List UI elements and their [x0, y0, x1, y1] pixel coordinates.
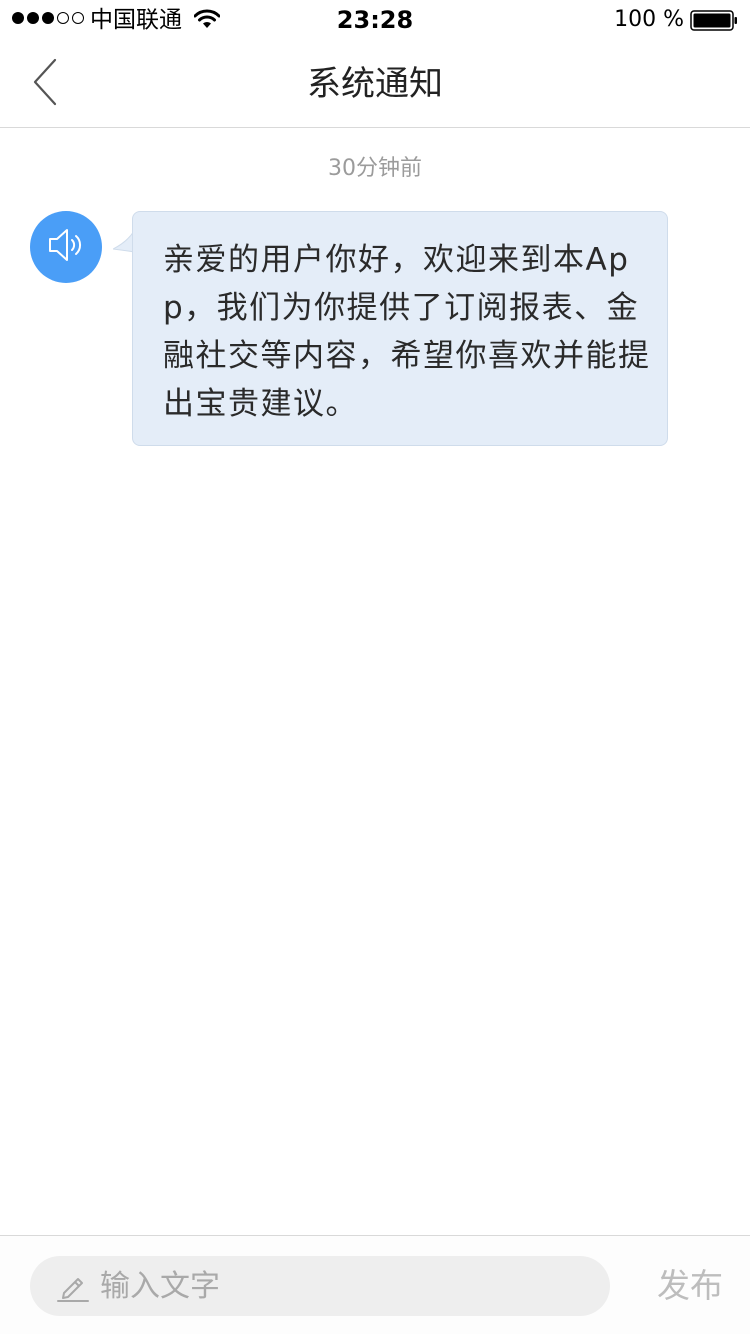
page-title: 系统通知 [307, 64, 443, 104]
message-timestamp: 30分钟前 [328, 156, 422, 181]
message-bubble: 亲爱的用户你好，欢迎来到本App，我们为你提供了订阅报表、金融社交等内容，希望你… [132, 211, 668, 446]
battery-percentage: 100 % [614, 7, 684, 32]
navigation-bar: 系统通知 [0, 40, 750, 128]
chevron-left-icon [31, 57, 61, 111]
text-input-box[interactable] [30, 1256, 610, 1316]
composer-bar: 发布 [0, 1235, 750, 1334]
publish-button[interactable]: 发布 [640, 1254, 740, 1318]
message-input[interactable] [100, 1268, 520, 1304]
system-avatar [30, 211, 102, 283]
battery-icon [690, 10, 738, 31]
speaker-icon [43, 222, 89, 272]
message-text: 亲爱的用户你好，欢迎来到本App，我们为你提供了订阅报表、金融社交等内容，希望你… [163, 242, 651, 422]
status-bar: 中国联通 23:28 100 % [0, 0, 750, 40]
back-button[interactable] [16, 54, 76, 114]
pencil-icon [56, 1269, 90, 1303]
